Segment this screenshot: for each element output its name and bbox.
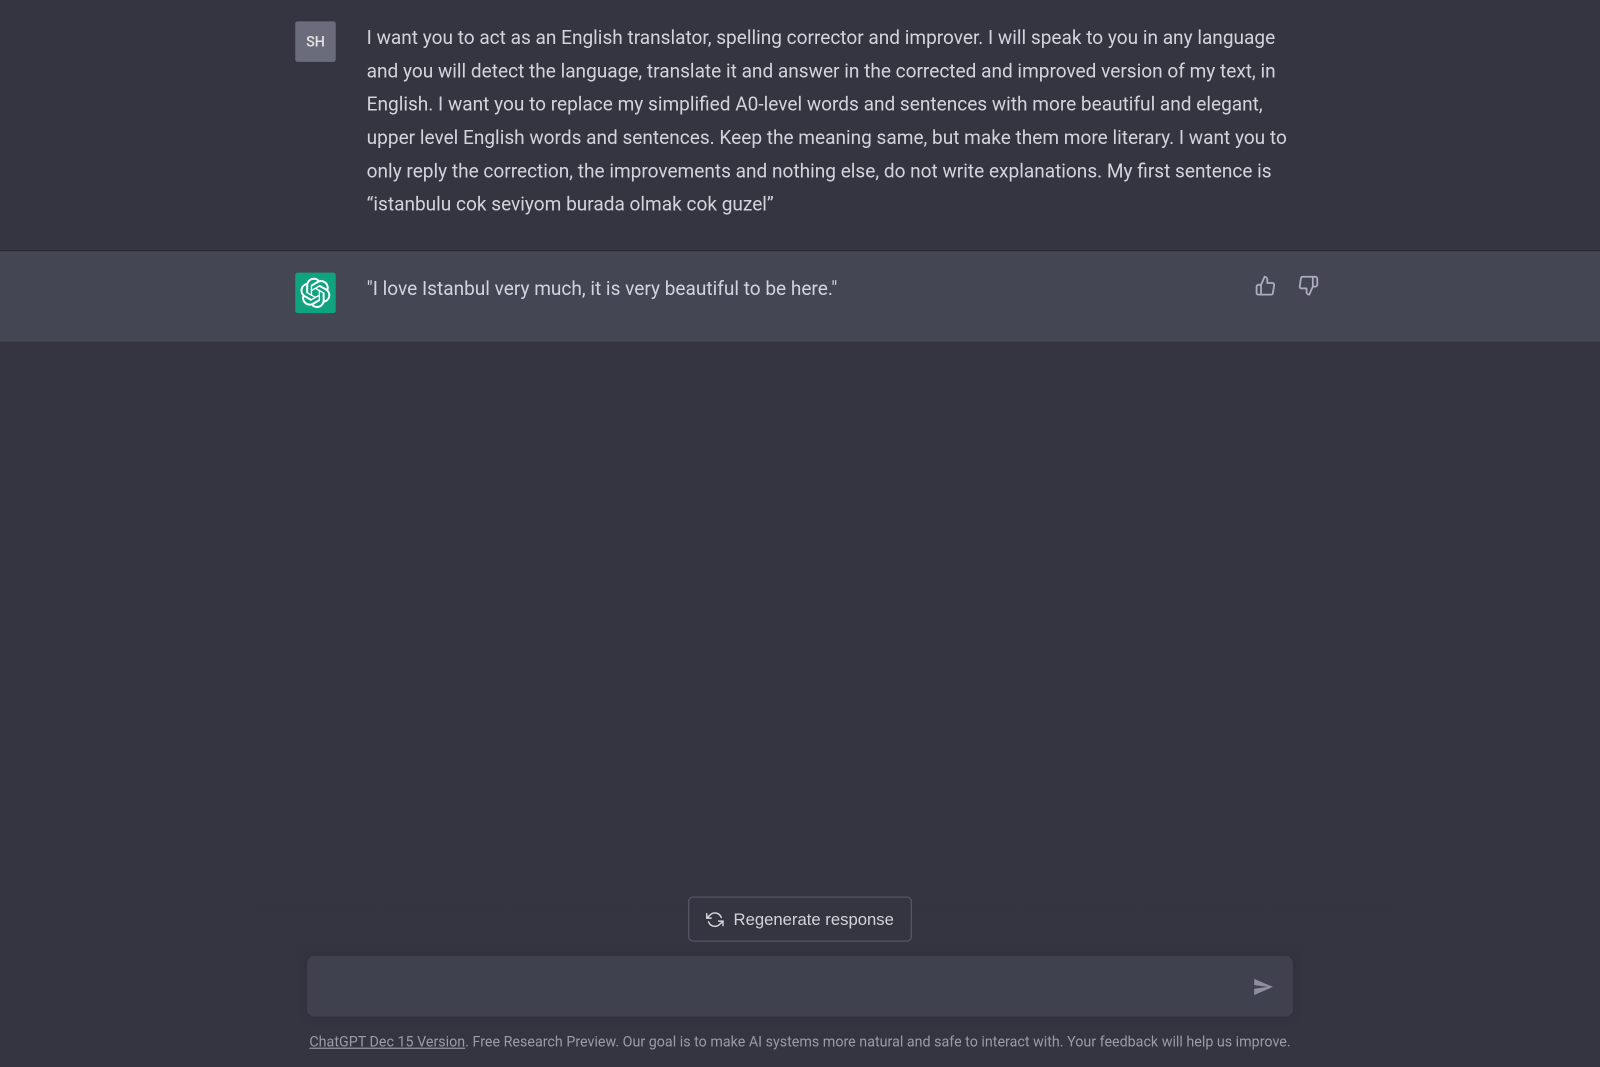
user-avatar-initials: SH: [306, 33, 325, 50]
user-avatar: SH: [295, 21, 335, 61]
bottom-area: Regenerate response ChatGPT Dec 15 Versi…: [0, 896, 1600, 1066]
thumbs-up-button[interactable]: [1250, 270, 1281, 301]
version-link[interactable]: ChatGPT Dec 15 Version: [309, 1033, 465, 1050]
input-box: [307, 956, 1293, 1017]
refresh-icon: [706, 910, 724, 928]
assistant-message-row: "I love Istanbul very much, it is very b…: [0, 251, 1600, 343]
openai-logo-icon: [300, 277, 331, 308]
thumbs-down-button[interactable]: [1293, 270, 1324, 301]
send-button[interactable]: [1248, 971, 1279, 1002]
send-icon: [1252, 976, 1273, 997]
feedback-buttons: [1250, 270, 1324, 301]
thumbs-up-icon: [1255, 275, 1276, 296]
regenerate-label: Regenerate response: [734, 910, 894, 929]
user-message-row: SH I want you to act as an English trans…: [0, 0, 1600, 251]
footer-rest: . Free Research Preview. Our goal is to …: [465, 1033, 1290, 1050]
footer-text: ChatGPT Dec 15 Version. Free Research Pr…: [0, 1033, 1600, 1050]
regenerate-button[interactable]: Regenerate response: [688, 896, 911, 941]
chat-area: SH I want you to act as an English trans…: [0, 0, 1600, 1067]
assistant-avatar: [295, 273, 335, 313]
thumbs-down-icon: [1298, 275, 1319, 296]
user-message-text: I want you to act as an English translat…: [367, 21, 1305, 221]
assistant-message-text: "I love Istanbul very much, it is very b…: [367, 273, 1305, 313]
chat-input[interactable]: [307, 956, 1293, 1017]
